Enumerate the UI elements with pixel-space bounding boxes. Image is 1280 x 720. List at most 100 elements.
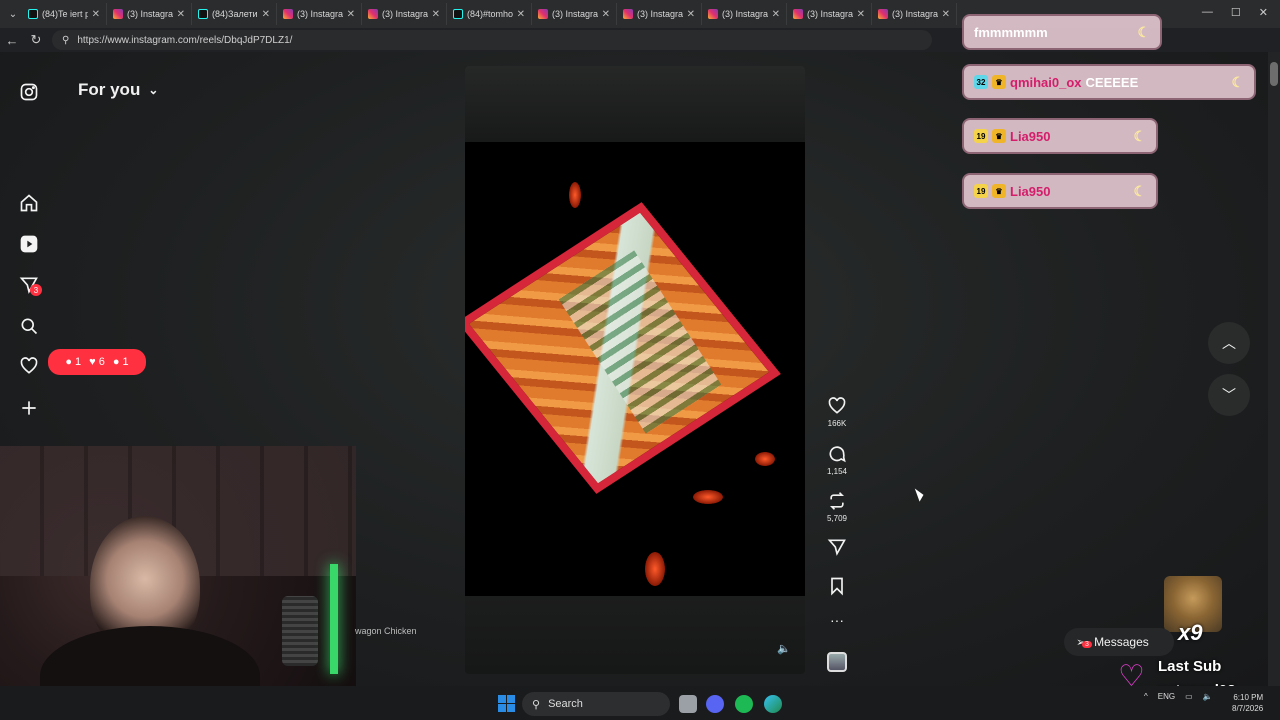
browser-tab[interactable]: (3) Instagram ✕: [277, 3, 362, 25]
tray-chevron-icon[interactable]: ^: [1144, 692, 1148, 701]
browser-tab[interactable]: (3) Instagram ✕: [872, 3, 957, 25]
spotify-icon[interactable]: [735, 695, 753, 713]
messages-label: Messages: [1094, 635, 1149, 649]
tab-close-icon[interactable]: ✕: [687, 9, 695, 20]
close-window-icon[interactable]: ✕: [1259, 6, 1268, 19]
clock-time: 6:10 PM: [1233, 693, 1264, 702]
microphone: [282, 596, 318, 666]
browser-tab[interactable]: (84)#tomholl ✕: [447, 3, 532, 25]
system-tray: ^ ENG ▭ 🔈: [1144, 692, 1213, 701]
chat-message: fmmmmmm ☾: [962, 14, 1162, 50]
tab-close-icon[interactable]: ✕: [177, 9, 185, 20]
repost-icon: [829, 492, 845, 510]
volume-icon[interactable]: 🔈: [777, 642, 791, 655]
moon-icon: ☾: [1137, 23, 1150, 40]
share-paper-plane-icon: [827, 539, 846, 556]
feed-selector[interactable]: For you ⌄: [78, 80, 158, 100]
more-options-button[interactable]: ···: [822, 612, 852, 628]
tab-close-icon[interactable]: ✕: [92, 9, 100, 20]
tab-favicon-icon: [28, 9, 38, 19]
taskbar-clock[interactable]: 6:10 PM 8/7/2026: [1232, 692, 1263, 714]
minimize-icon[interactable]: —: [1202, 6, 1213, 19]
notifications-heart-icon[interactable]: [17, 354, 41, 378]
back-arrow-icon[interactable]: ←: [0, 28, 24, 52]
scrollbar-thumb[interactable]: [1270, 62, 1278, 86]
discord-icon[interactable]: [706, 695, 724, 713]
like-count: 166K: [827, 419, 847, 428]
moon-icon: ☾: [1133, 127, 1146, 144]
instagram-logo-icon[interactable]: [17, 80, 41, 104]
tab-favicon-icon: [198, 9, 208, 19]
crown-badge-icon: ♛: [992, 184, 1006, 198]
browser-tab[interactable]: (3) Instagram ✕: [787, 3, 872, 25]
reel-top-area: [465, 66, 805, 142]
save-button[interactable]: [822, 576, 852, 596]
tab-close-icon[interactable]: ✕: [857, 9, 865, 20]
tab-close-icon[interactable]: ✕: [347, 9, 355, 20]
previous-reel-button[interactable]: ︿: [1208, 322, 1250, 364]
site-info-icon[interactable]: ⚲: [62, 35, 69, 46]
comment-bubble-icon: ●: [65, 356, 73, 368]
clock-date: 8/7/2026: [1232, 704, 1264, 713]
audio-thumbnail[interactable]: [827, 652, 847, 672]
tab-favicon-icon: [538, 9, 548, 19]
browser-tab[interactable]: (3) Instagram ✕: [362, 3, 447, 25]
browser-tab[interactable]: (84)Te iert pe ✕: [22, 3, 107, 25]
tab-title: (3) Instagram: [807, 9, 853, 19]
chat-text: fmmmmmm: [974, 24, 1048, 40]
reel-player[interactable]: 🔈: [465, 66, 805, 674]
chat-username: Lia950: [1010, 183, 1051, 199]
chat-months-badge: 19: [974, 129, 988, 143]
tab-close-icon[interactable]: ✕: [432, 9, 440, 20]
volume-icon[interactable]: 🔈: [1203, 692, 1213, 701]
language-indicator[interactable]: ENG: [1158, 692, 1175, 701]
taskbar-search[interactable]: ⚲ Search: [522, 692, 670, 716]
search-icon: ⚲: [532, 698, 541, 711]
browser-tab[interactable]: (3) Instagram ✕: [532, 3, 617, 25]
reload-icon[interactable]: ↻: [24, 28, 48, 52]
chevron-down-icon: ﹀: [1222, 387, 1236, 403]
reels-icon[interactable]: [17, 232, 41, 256]
tab-list-chevron-icon[interactable]: ⌄: [4, 3, 22, 25]
taskbar-search-label: Search: [548, 698, 583, 710]
create-plus-icon[interactable]: [17, 396, 41, 420]
tab-favicon-icon: [878, 9, 888, 19]
comment-count: 1: [75, 356, 82, 368]
messages-button[interactable]: ➢ 3 Messages: [1064, 628, 1174, 656]
webcam-caption: wagon Chicken: [355, 626, 417, 636]
tab-close-icon[interactable]: ✕: [262, 9, 270, 20]
chat-message: 32 ♛ qmihai0_ox CEEEEE ☾: [962, 64, 1256, 100]
reel-video[interactable]: [465, 142, 805, 596]
search-icon[interactable]: [17, 314, 41, 338]
windows-start-icon[interactable]: [498, 695, 515, 712]
file-explorer-icon[interactable]: [679, 695, 697, 713]
comment-button[interactable]: 1,154: [822, 444, 852, 476]
next-reel-button[interactable]: ﹀: [1208, 374, 1250, 416]
like-button[interactable]: 166K: [822, 396, 852, 428]
edge-browser-icon[interactable]: [764, 695, 782, 713]
repost-button[interactable]: 5,709: [822, 491, 852, 523]
browser-tab[interactable]: (3) Instagram ✕: [617, 3, 702, 25]
page-scrollbar[interactable]: [1268, 52, 1280, 686]
tab-title: (84)Te iert pe: [42, 9, 88, 19]
browser-tab[interactable]: (3) Instagram ✕: [107, 3, 192, 25]
url-field[interactable]: ⚲ https://www.instagram.com/reels/DbqJdP…: [52, 30, 932, 50]
network-icon[interactable]: ▭: [1185, 692, 1193, 701]
maximize-icon[interactable]: ☐: [1231, 6, 1241, 19]
url-text: https://www.instagram.com/reels/DbqJdP7D…: [77, 34, 293, 46]
tab-favicon-icon: [113, 9, 123, 19]
tab-close-icon[interactable]: ✕: [942, 9, 950, 20]
moon-icon: ☾: [1133, 182, 1146, 199]
browser-tab[interactable]: (84)Залети - ✕: [192, 3, 277, 25]
tab-close-icon[interactable]: ✕: [772, 9, 780, 20]
tab-favicon-icon: [283, 9, 293, 19]
green-light: [330, 564, 338, 674]
activity-notification-pill[interactable]: ● 1 ♥ 6 ● 1: [48, 349, 146, 375]
home-icon[interactable]: [17, 191, 41, 215]
share-button[interactable]: [822, 537, 852, 557]
comment-count-item: ● 1: [65, 356, 81, 368]
tab-close-icon[interactable]: ✕: [517, 9, 525, 20]
browser-tab[interactable]: (3) Instagram ✕: [702, 3, 787, 25]
chat-months-badge: 32: [974, 75, 988, 89]
tab-close-icon[interactable]: ✕: [602, 9, 610, 20]
